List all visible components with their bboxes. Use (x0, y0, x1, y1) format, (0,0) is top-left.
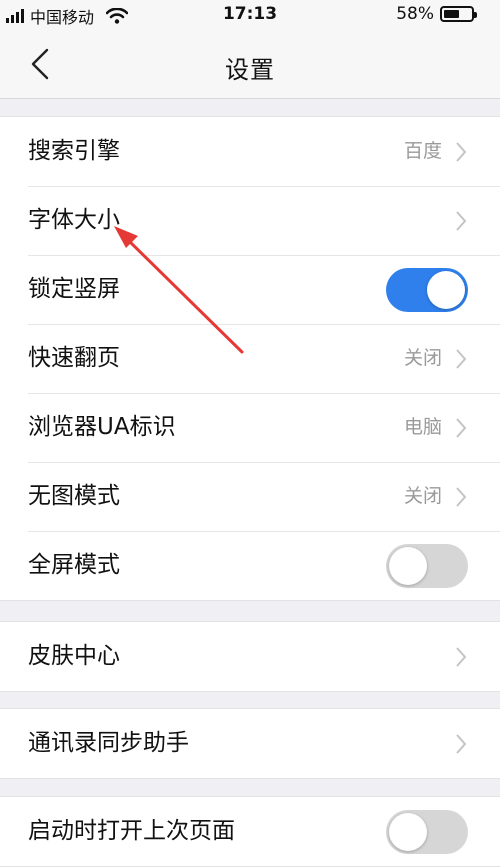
page-title: 设置 (225, 56, 275, 84)
setting-value: 关闭 (403, 347, 442, 369)
setting-label: 全屏模式 (28, 552, 120, 578)
status-right: 58% (396, 4, 477, 24)
setting-label: 快速翻页 (28, 345, 120, 371)
setting-row-contacts-sync[interactable]: 通讯录同步助手 (0, 709, 500, 778)
setting-row-font-size[interactable]: 字体大小 (0, 186, 500, 255)
setting-row-browser-ua[interactable]: 浏览器UA标识 电脑 (0, 393, 500, 462)
setting-row-restore-last-page: 启动时打开上次页面 (0, 797, 500, 866)
settings-group-contacts: 通讯录同步助手 (0, 708, 500, 779)
lock-portrait-toggle[interactable] (386, 268, 468, 312)
chevron-right-icon (456, 734, 467, 754)
setting-label: 无图模式 (28, 483, 120, 509)
restore-last-page-toggle[interactable] (386, 810, 468, 854)
setting-value: 电脑 (403, 416, 442, 438)
settings-group-skin: 皮肤中心 (0, 621, 500, 692)
battery-percent: 58% (396, 4, 434, 24)
settings-group-startup: 启动时打开上次页面 (0, 796, 500, 867)
setting-label: 通讯录同步助手 (28, 730, 189, 756)
settings-group-general: 搜索引擎 百度 字体大小 锁定竖屏 快速翻页 关闭 浏览器UA标识 电脑 无图模… (0, 116, 500, 601)
chevron-right-icon (456, 647, 467, 667)
setting-row-lock-portrait: 锁定竖屏 (0, 255, 500, 324)
nav-bar: 设置 (0, 30, 500, 99)
fullscreen-mode-toggle[interactable] (386, 544, 468, 588)
chevron-right-icon (456, 487, 467, 507)
setting-row-quick-page-turn[interactable]: 快速翻页 关闭 (0, 324, 500, 393)
battery-icon (440, 6, 477, 22)
setting-row-fullscreen-mode: 全屏模式 (0, 531, 500, 600)
setting-label: 启动时打开上次页面 (28, 818, 235, 844)
setting-row-search-engine[interactable]: 搜索引擎 百度 (0, 117, 500, 186)
battery-level (444, 10, 459, 18)
chevron-right-icon (456, 211, 467, 231)
chevron-right-icon (456, 418, 467, 438)
setting-row-no-image-mode[interactable]: 无图模式 关闭 (0, 462, 500, 531)
setting-value: 关闭 (403, 485, 442, 507)
setting-row-skin-center[interactable]: 皮肤中心 (0, 622, 500, 691)
chevron-right-icon (456, 142, 467, 162)
status-bar: 中国移动 17:13 58% (0, 0, 500, 30)
setting-label: 字体大小 (28, 207, 120, 233)
setting-label: 浏览器UA标识 (28, 414, 176, 440)
setting-value: 百度 (403, 140, 442, 162)
chevron-right-icon (456, 349, 467, 369)
setting-label: 搜索引擎 (28, 138, 120, 164)
setting-label: 皮肤中心 (28, 643, 120, 669)
setting-label: 锁定竖屏 (28, 276, 120, 302)
